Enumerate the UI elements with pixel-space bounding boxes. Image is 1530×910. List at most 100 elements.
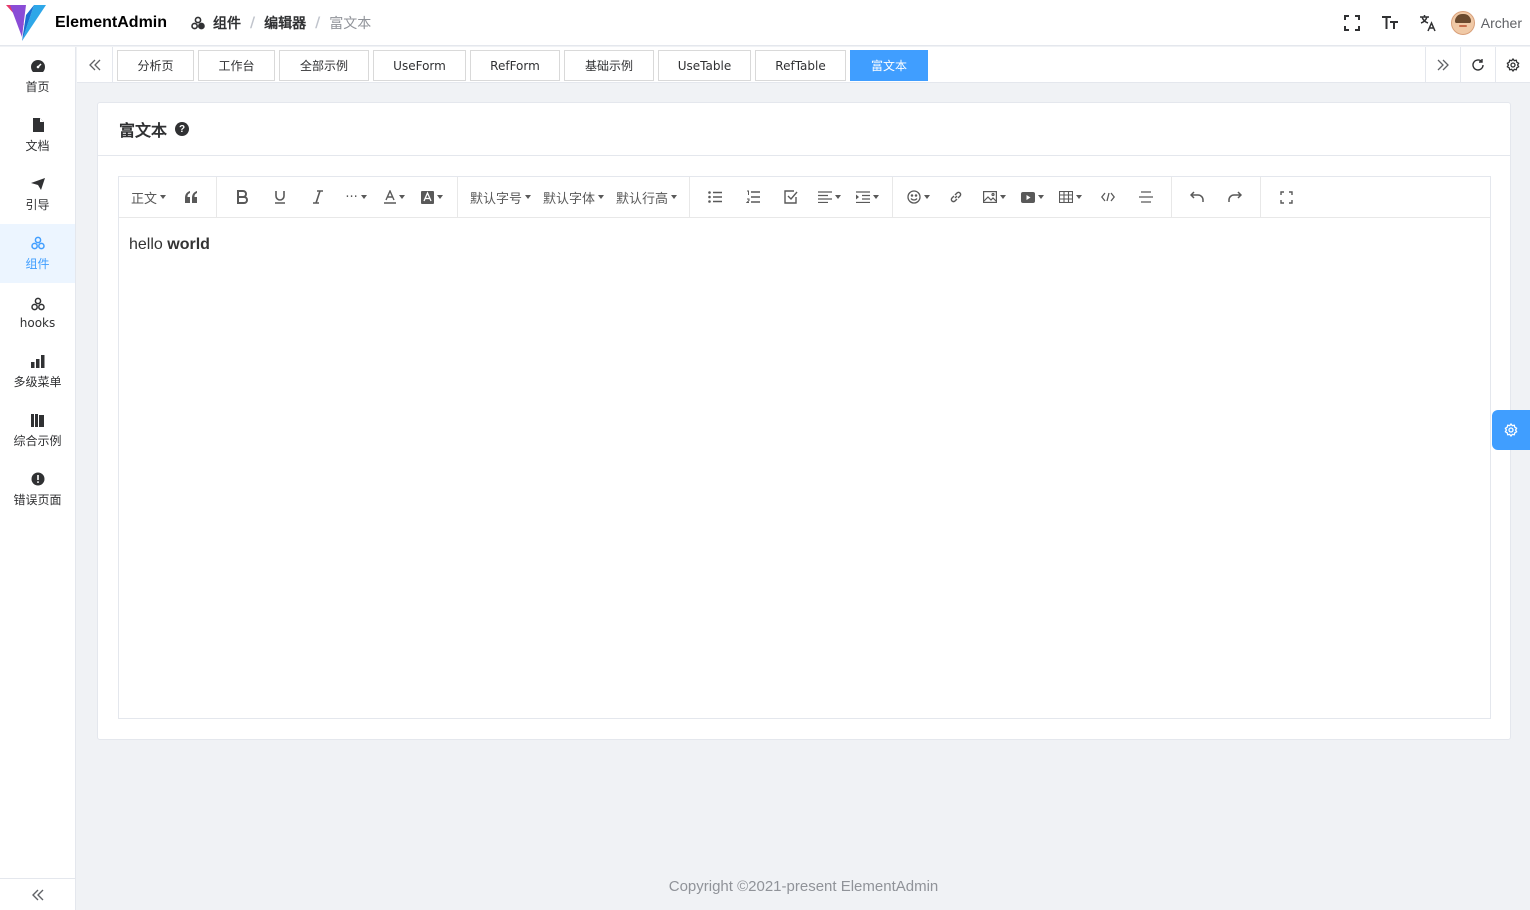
footer-copyright: Copyright ©2021-present ElementAdmin <box>668 878 939 895</box>
background-color-button[interactable] <box>413 182 451 212</box>
double-chevron-left-icon <box>31 889 43 900</box>
numbered-list-icon <box>746 190 761 203</box>
italic-icon <box>313 190 324 204</box>
sidebar-collapse-button[interactable] <box>0 878 75 910</box>
fullscreen-icon <box>1279 190 1293 204</box>
image-icon <box>982 191 997 203</box>
code-block-button[interactable] <box>1089 182 1127 212</box>
divider-button[interactable] <box>1127 182 1165 212</box>
sidebar-item-label: 错误页面 <box>13 493 62 507</box>
double-chevron-right-icon <box>1437 59 1449 70</box>
tag-useform[interactable]: UseForm <box>373 50 466 81</box>
refresh-button[interactable] <box>1460 47 1495 82</box>
line-height-select[interactable]: 默认行高 <box>610 182 683 212</box>
undo-icon <box>1190 191 1204 202</box>
underline-button[interactable] <box>261 182 299 212</box>
dashboard-icon <box>30 58 46 74</box>
toolbar-group-format: ··· <box>217 176 459 218</box>
bulleted-list-icon <box>708 191 723 203</box>
sidebar-item-error-pages[interactable]: 错误页面 <box>0 460 75 519</box>
redo-icon <box>1228 191 1243 202</box>
sidebar-item-home[interactable]: 首页 <box>0 47 75 106</box>
checkbox-icon <box>784 190 798 204</box>
highlight-icon <box>421 190 435 204</box>
tag-workplace[interactable]: 工作台 <box>198 50 275 81</box>
undo-button[interactable] <box>1178 182 1216 212</box>
fullscreen-button[interactable] <box>1333 0 1371 46</box>
editor-content[interactable]: hello world <box>119 218 1490 272</box>
numbered-list-button[interactable] <box>734 182 772 212</box>
error-icon <box>31 471 45 487</box>
books-icon <box>30 412 45 428</box>
video-button[interactable] <box>1013 182 1051 212</box>
language-button[interactable] <box>1409 0 1447 46</box>
sidebar-item-label: 引导 <box>25 198 50 212</box>
todo-button[interactable] <box>772 182 810 212</box>
blockquote-button[interactable] <box>172 182 210 212</box>
align-button[interactable] <box>810 182 848 212</box>
breadcrumb-item-components[interactable]: 组件 <box>191 13 241 33</box>
indent-icon <box>855 191 870 203</box>
header-select[interactable]: 正文 <box>125 182 172 212</box>
header-actions: Archer <box>1333 0 1522 46</box>
font-size-button[interactable] <box>1371 0 1409 46</box>
refresh-icon <box>1472 58 1484 71</box>
fullscreen-icon <box>1343 15 1360 31</box>
font-color-icon <box>383 190 396 204</box>
tag-refform[interactable]: RefForm <box>470 50 560 81</box>
font-family-select-label: 默认字体 <box>543 191 596 207</box>
bulleted-list-button[interactable] <box>696 182 734 212</box>
font-color-button[interactable] <box>375 182 413 212</box>
link-icon <box>950 191 962 203</box>
breadcrumb: 组件 / 编辑器 / 富文本 <box>191 13 371 33</box>
sidebar-item-components[interactable]: 组件 <box>0 224 75 283</box>
tag-analysis[interactable]: 分析页 <box>117 50 194 81</box>
redo-button[interactable] <box>1216 182 1254 212</box>
user-name[interactable]: Archer <box>1481 15 1522 31</box>
tags-scroll-right-button[interactable] <box>1425 47 1460 82</box>
tag-rich-text[interactable]: 富文本 <box>850 50 928 81</box>
sidebar-item-hooks[interactable]: hooks <box>0 283 75 342</box>
breadcrumb-item-editor[interactable]: 编辑器 <box>264 13 306 33</box>
code-icon <box>1101 192 1116 202</box>
tag-basic-example[interactable]: 基础示例 <box>564 50 654 81</box>
user-avatar[interactable] <box>1450 11 1475 35</box>
tag-all-examples[interactable]: 全部示例 <box>279 50 369 81</box>
sidebar-item-docs[interactable]: 文档 <box>0 106 75 165</box>
divider-icon <box>1139 191 1154 203</box>
more-style-button[interactable]: ··· <box>337 182 375 212</box>
tags-settings-button[interactable] <box>1495 47 1530 82</box>
tag-usetable[interactable]: UseTable <box>658 50 751 81</box>
document-icon <box>32 117 44 133</box>
video-icon <box>1020 191 1035 203</box>
paper-plane-icon <box>30 176 46 192</box>
logo-icon[interactable] <box>4 1 48 45</box>
theme-settings-button[interactable] <box>1492 410 1530 450</box>
help-icon[interactable]: ? <box>175 122 190 136</box>
bold-button[interactable] <box>223 182 261 212</box>
editor-fullscreen-button[interactable] <box>1267 182 1305 212</box>
italic-button[interactable] <box>299 182 337 212</box>
quote-icon <box>185 191 198 203</box>
link-button[interactable] <box>937 182 975 212</box>
content-card: 富文本 ? 正文 ··· 默认字号 默认字体 默认行高 hello world <box>97 102 1511 740</box>
emoji-button[interactable] <box>899 182 937 212</box>
sidebar-item-multi-menu[interactable]: 多级菜单 <box>0 342 75 401</box>
breadcrumb-label: 组件 <box>213 15 242 32</box>
table-button[interactable] <box>1051 182 1089 212</box>
image-button[interactable] <box>975 182 1013 212</box>
tags-scroll-left-button[interactable] <box>77 47 113 82</box>
tags-view: 分析页 工作台 全部示例 UseForm RefForm 基础示例 UseTab… <box>77 47 1530 83</box>
font-family-select[interactable]: 默认字体 <box>537 182 610 212</box>
gear-icon <box>1506 57 1520 72</box>
sidebar-item-examples[interactable]: 综合示例 <box>0 401 75 460</box>
bold-icon <box>237 190 248 204</box>
translate-icon <box>1419 15 1436 32</box>
app-title[interactable]: ElementAdmin <box>55 14 167 32</box>
toolbar-group-history <box>1172 176 1262 218</box>
align-left-icon <box>817 191 832 203</box>
sidebar-item-guide[interactable]: 引导 <box>0 165 75 224</box>
indent-button[interactable] <box>848 182 886 212</box>
tag-reftable[interactable]: RefTable <box>755 50 846 81</box>
font-size-select[interactable]: 默认字号 <box>464 182 537 212</box>
